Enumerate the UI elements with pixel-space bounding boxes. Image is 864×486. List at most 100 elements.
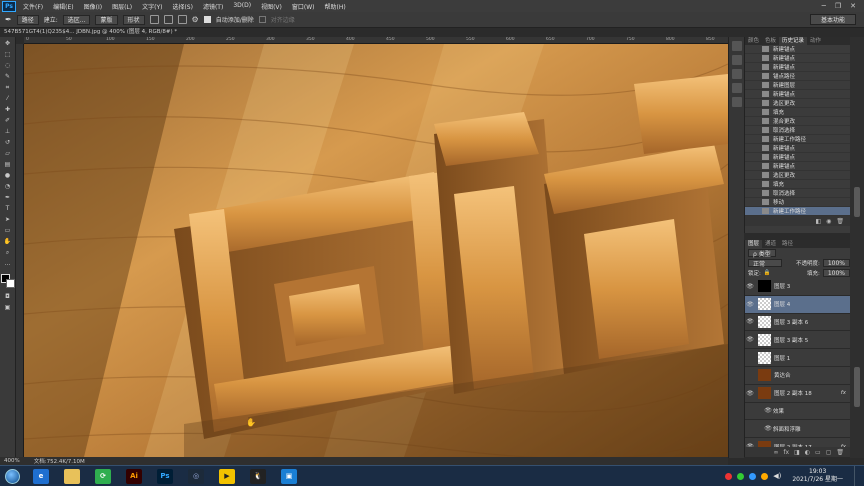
character-panel-icon[interactable]	[731, 41, 742, 51]
workspace-select[interactable]: 基本功能	[810, 14, 856, 25]
history-item[interactable]: 混合更改	[745, 117, 850, 126]
menu-item[interactable]: 选择(S)	[167, 2, 198, 11]
layer-name[interactable]: 图层 3 副本 6	[774, 318, 808, 326]
eyedropper-icon[interactable]: ⁄	[3, 95, 13, 103]
history-scroll-thumb[interactable]	[854, 187, 860, 217]
mask-icon[interactable]: ◨	[794, 449, 800, 456]
quick-mask-icon[interactable]: ◘	[3, 293, 13, 301]
blur-tool-icon[interactable]: ●	[3, 172, 13, 180]
pen-tool-icon[interactable]: ✒	[3, 194, 13, 202]
path-ops-icon[interactable]	[149, 15, 159, 24]
visibility-eye-icon[interactable]: 👁	[745, 390, 755, 397]
hand-tool-icon[interactable]: ✋	[3, 238, 13, 246]
crop-tool-icon[interactable]: ⌗	[3, 84, 13, 92]
camera-icon[interactable]: ◉	[826, 218, 831, 225]
tray-app-icon[interactable]	[761, 472, 769, 480]
layer-thumbnail[interactable]	[758, 369, 771, 382]
history-item[interactable]: 填充	[745, 180, 850, 189]
layer-name[interactable]: 图层 2 副本 18	[774, 389, 812, 397]
history-item[interactable]: 取消选择	[745, 126, 850, 135]
layer-name[interactable]: 斜面和浮雕	[773, 425, 801, 433]
history-item[interactable]: 新建锚点	[745, 63, 850, 72]
background-color[interactable]	[5, 279, 15, 288]
tray-app-icon[interactable]	[737, 472, 745, 480]
adjustment-icon[interactable]: ◐	[805, 449, 810, 456]
layer-thumbnail[interactable]	[758, 387, 771, 400]
dodge-tool-icon[interactable]: ◔	[3, 183, 13, 191]
layer-name[interactable]: 黄达合	[774, 371, 791, 379]
auto-add-checkbox[interactable]	[203, 16, 211, 23]
visibility-eye-icon[interactable]: 👁	[763, 425, 773, 432]
layer-name[interactable]: 图层 4	[774, 300, 790, 308]
fx-icon[interactable]: fx	[783, 449, 789, 456]
layer-thumbnail[interactable]	[758, 315, 771, 328]
screen-mode-icon[interactable]: ▣	[3, 304, 13, 312]
path-align-icon[interactable]	[163, 15, 173, 24]
brush-tool-icon[interactable]: ✐	[3, 117, 13, 125]
gradient-tool-icon[interactable]: ▤	[3, 161, 13, 169]
show-desktop-button[interactable]	[854, 466, 860, 486]
layer-name[interactable]: 效果	[773, 407, 784, 415]
history-item[interactable]: 选区更改	[745, 99, 850, 108]
brush-panel-icon[interactable]	[731, 69, 742, 79]
visibility-eye-icon[interactable]: 👁	[745, 301, 755, 308]
snapshot-icon[interactable]: ◧	[815, 218, 821, 225]
menu-item[interactable]: 文字(Y)	[137, 2, 167, 11]
tab-history_panel[interactable]: 历史记录	[779, 37, 808, 45]
visibility-eye-icon[interactable]: 👁	[745, 318, 755, 325]
lasso-tool-icon[interactable]: ◌	[3, 62, 13, 70]
history-brush-icon[interactable]: ↺	[3, 139, 13, 147]
start-button[interactable]	[0, 466, 24, 486]
visibility-eye-icon[interactable]: 👁	[763, 407, 773, 414]
move-tool-icon[interactable]: ✥	[3, 40, 13, 48]
document-canvas[interactable]: ✋	[24, 44, 728, 457]
path-select-icon[interactable]: ➤	[3, 216, 13, 224]
menu-item[interactable]: 文件(F)	[18, 2, 48, 11]
layer-row[interactable]: 👁 图层 3 副本 5	[745, 331, 850, 350]
history-item[interactable]: 新建锚点	[745, 45, 850, 54]
marquee-tool-icon[interactable]: ⬚	[3, 51, 13, 59]
layer-row[interactable]: 👁 效果	[745, 403, 850, 421]
layers-scroll-thumb[interactable]	[854, 367, 860, 407]
menu-item[interactable]: 滤镜(T)	[198, 2, 228, 11]
align-edges-checkbox[interactable]	[258, 16, 266, 23]
layer-thumbnail[interactable]	[758, 333, 771, 346]
history-item[interactable]: 选区更改	[745, 171, 850, 180]
taskbar-app-ie[interactable]: e	[27, 466, 55, 486]
trash-icon[interactable]: 🗑	[836, 218, 844, 225]
restore-icon[interactable]: ❐	[835, 2, 841, 10]
minimize-icon[interactable]: ─	[822, 2, 826, 10]
menu-item[interactable]: 视图(V)	[256, 2, 287, 11]
visibility-eye-icon[interactable]: 👁	[745, 283, 755, 290]
history-item[interactable]: 锚点路径	[745, 72, 850, 81]
menu-item[interactable]: 图像(I)	[79, 2, 107, 11]
history-item[interactable]: 新建工作路径	[745, 207, 850, 216]
layer-thumbnail[interactable]	[758, 351, 771, 364]
close-icon[interactable]: ✕	[850, 2, 856, 10]
taskbar-app-Ai[interactable]: Ai	[120, 466, 148, 486]
gear-icon[interactable]: ⚙	[192, 15, 199, 24]
tab-layers_panel[interactable]: 通道	[762, 240, 779, 248]
lock-icon[interactable]: 🔒	[764, 270, 771, 276]
tab-layers_panel[interactable]: 图层	[745, 240, 763, 248]
layer-thumbnail[interactable]	[758, 280, 771, 293]
document-tab[interactable]: 547B571GT4(1)Q235$4... JDBN.jpg @ 400% (…	[0, 28, 728, 37]
history-item[interactable]: 新建锚点	[745, 153, 850, 162]
taskbar-app-video[interactable]: ▣	[275, 466, 303, 486]
layer-fx-badge[interactable]: fx	[841, 390, 846, 396]
layer-row[interactable]: 👁 图层 3	[745, 278, 850, 296]
more-tools-icon[interactable]: …	[3, 260, 13, 268]
zoom-level[interactable]: 400%	[4, 458, 20, 464]
history-item[interactable]: 取消选择	[745, 189, 850, 198]
select-button[interactable]: 选区...	[62, 14, 91, 25]
menu-item[interactable]: 3D(D)	[228, 2, 256, 11]
mask-button[interactable]: 蒙版	[95, 14, 118, 25]
shape-button[interactable]: 形状	[122, 14, 145, 25]
history-item[interactable]: 新建工作路径	[745, 135, 850, 144]
healing-brush-icon[interactable]: ✚	[3, 106, 13, 114]
menu-item[interactable]: 图层(L)	[107, 2, 137, 11]
properties-panel-icon[interactable]	[731, 97, 742, 107]
menu-item[interactable]: 窗口(W)	[287, 2, 320, 11]
layer-row[interactable]: 黄达合	[745, 367, 850, 385]
history-item[interactable]: 新建锚点	[745, 162, 850, 171]
